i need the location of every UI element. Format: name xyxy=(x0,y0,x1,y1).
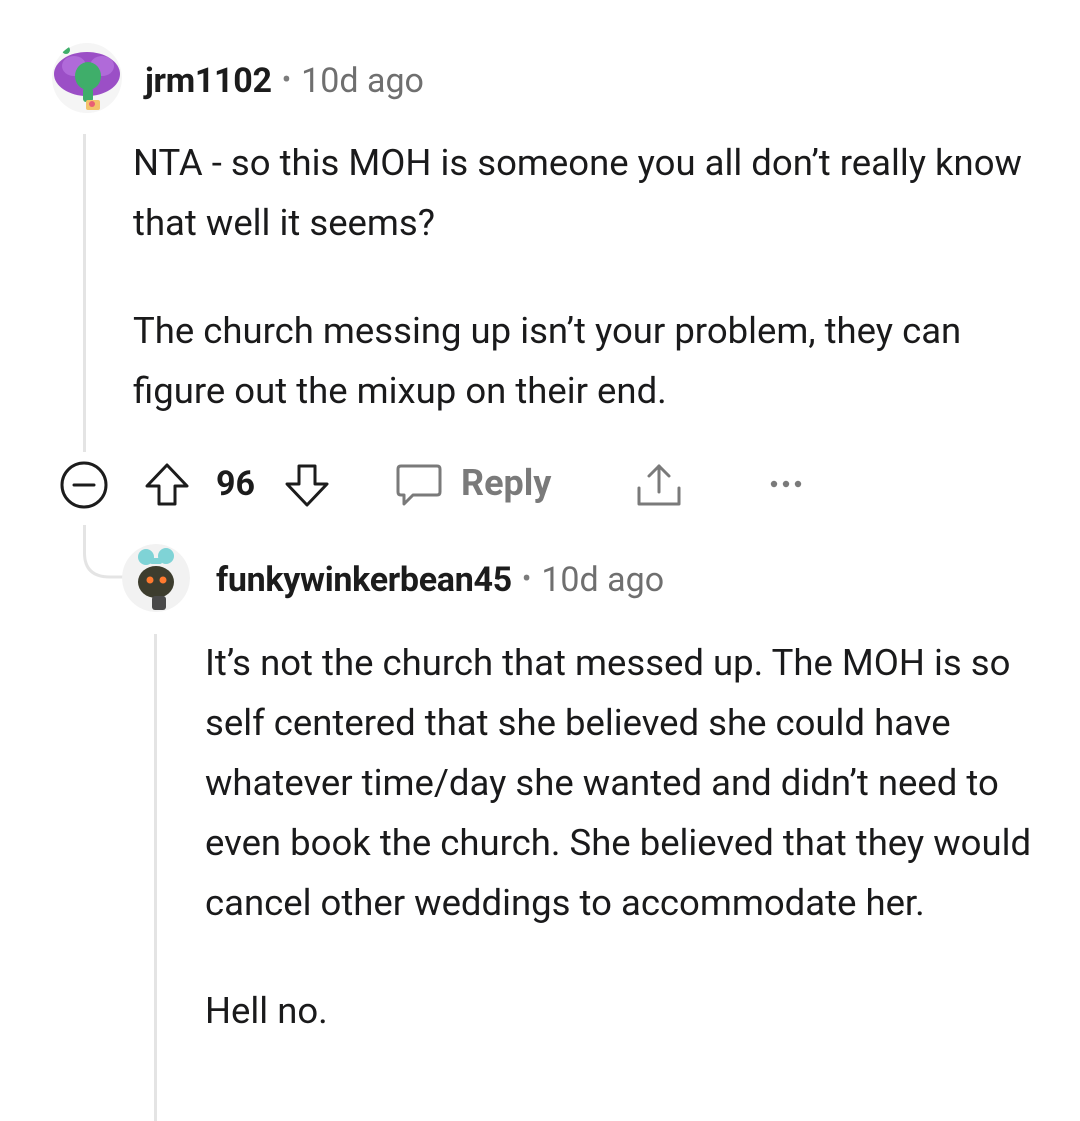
comment-meta: funkywinkerbean45 • 10d ago xyxy=(216,560,664,602)
share-upload-icon xyxy=(637,464,681,506)
timestamp: 10d ago xyxy=(301,61,424,101)
username[interactable]: jrm1102 xyxy=(145,61,272,101)
downvote-button[interactable] xyxy=(283,461,331,509)
snoo-avatar-icon xyxy=(52,43,122,113)
comment-body: NTA - so this MOH is someone you all don… xyxy=(133,133,1033,421)
collapse-minus-icon xyxy=(60,461,108,509)
avatar[interactable] xyxy=(122,544,190,612)
reply-button[interactable]: Reply xyxy=(395,458,565,512)
more-options-button[interactable] xyxy=(766,474,806,494)
upvote-button[interactable] xyxy=(143,461,191,509)
comment-paragraph: The church messing up isn’t your problem… xyxy=(133,309,962,412)
thread-line[interactable] xyxy=(154,634,157,1121)
vote-score: 96 xyxy=(216,464,256,504)
downvote-arrow-icon xyxy=(285,464,329,507)
separator-dot: • xyxy=(281,63,292,96)
separator-dot: • xyxy=(521,562,532,595)
comment-paragraph: It’s not the church that messed up. The … xyxy=(205,641,1032,924)
avatar[interactable] xyxy=(52,42,122,114)
reply-label: Reply xyxy=(461,462,552,504)
collapse-button[interactable] xyxy=(59,460,109,510)
comment-body: It’s not the church that messed up. The … xyxy=(205,633,1035,1041)
upvote-arrow-icon xyxy=(145,463,189,506)
snoo-avatar-icon xyxy=(122,544,190,612)
speech-bubble-icon xyxy=(396,464,442,506)
thread-line[interactable] xyxy=(83,134,86,452)
more-dots-icon xyxy=(770,480,802,488)
comment-paragraph: NTA - so this MOH is someone you all don… xyxy=(133,141,1022,244)
comment-paragraph: Hell no. xyxy=(205,989,328,1032)
username[interactable]: funkywinkerbean45 xyxy=(216,560,512,600)
timestamp: 10d ago xyxy=(541,560,665,600)
comment-meta: jrm1102 • 10d ago xyxy=(145,61,424,103)
share-button[interactable] xyxy=(634,460,684,510)
